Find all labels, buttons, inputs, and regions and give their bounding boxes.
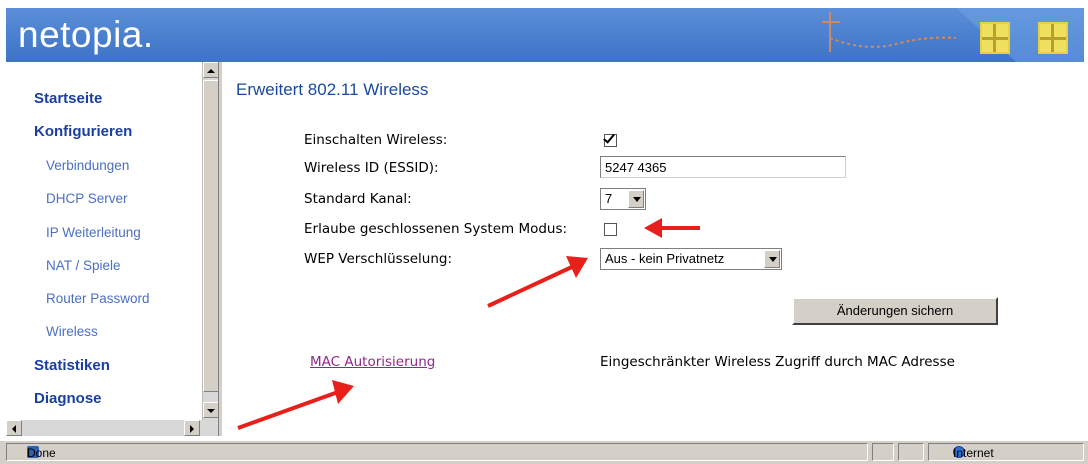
closed-system-checkbox[interactable] bbox=[604, 223, 617, 236]
status-text: Done bbox=[27, 446, 56, 460]
arrow-up-icon bbox=[207, 69, 215, 73]
arrow-down-icon bbox=[207, 409, 215, 413]
sidebar-horizontal-scrollbar[interactable] bbox=[6, 420, 218, 436]
essid-input[interactable]: 5247 4365 bbox=[600, 156, 846, 178]
sidebar-item-wireless[interactable]: Wireless bbox=[46, 324, 98, 339]
wep-select-value: Aus - kein Privatnetz bbox=[605, 251, 725, 266]
window-icon bbox=[980, 22, 1010, 54]
mac-description: Eingeschränkter Wireless Zugriff durch M… bbox=[600, 354, 955, 370]
wep-select[interactable]: Aus - kein Privatnetz bbox=[600, 248, 782, 270]
security-zone: Internet bbox=[928, 443, 1084, 461]
closed-system-label: Erlaube geschlossenen System Modus: bbox=[304, 221, 568, 237]
window-icon bbox=[1038, 22, 1068, 54]
chevron-down-icon[interactable] bbox=[764, 250, 780, 268]
chevron-down-icon[interactable] bbox=[628, 190, 644, 208]
arrow-right-icon bbox=[190, 425, 194, 433]
netopia-logo: netopia. bbox=[18, 14, 154, 55]
enable-wireless-label: Einschalten Wireless: bbox=[304, 132, 448, 148]
status-cell bbox=[872, 443, 894, 461]
red-arrow-icon bbox=[237, 380, 354, 430]
scroll-up-button[interactable] bbox=[203, 62, 219, 78]
save-changes-button[interactable]: Änderungen sichern bbox=[792, 297, 998, 325]
essid-label: Wireless ID (ESSID): bbox=[304, 160, 439, 176]
wep-label: WEP Verschlüsselung: bbox=[304, 251, 453, 267]
sidebar-item-ip-weiterleitung[interactable]: IP Weiterleitung bbox=[46, 225, 141, 240]
sidebar-nav: Startseite Konfigurieren Verbindungen DH… bbox=[6, 62, 202, 436]
sidebar-item-nat-spiele[interactable]: NAT / Spiele bbox=[46, 258, 121, 273]
scroll-left-button[interactable] bbox=[6, 420, 22, 436]
channel-select-value: 7 bbox=[605, 191, 613, 206]
red-arrow-icon bbox=[644, 218, 700, 238]
header-banner: netopia. bbox=[6, 8, 1084, 62]
channel-label: Standard Kanal: bbox=[304, 191, 412, 207]
sidebar-item-verbindungen[interactable]: Verbindungen bbox=[46, 158, 129, 173]
arrow-left-icon bbox=[12, 425, 16, 433]
page-title: Erweitert 802.11 Wireless bbox=[236, 80, 429, 99]
sidebar-item-dhcp-server[interactable]: DHCP Server bbox=[46, 191, 128, 206]
scroll-thumb[interactable] bbox=[203, 80, 219, 392]
red-arrow-icon bbox=[487, 256, 588, 308]
channel-select[interactable]: 7 bbox=[600, 188, 646, 210]
status-cell bbox=[898, 443, 924, 461]
enable-wireless-checkbox[interactable] bbox=[604, 134, 617, 147]
sidebar-item-statistiken[interactable]: Statistiken bbox=[34, 357, 110, 374]
scroll-right-button[interactable] bbox=[184, 420, 200, 436]
status-text-cell: Done bbox=[6, 443, 868, 461]
sidebar-item-startseite[interactable]: Startseite bbox=[34, 90, 102, 107]
sidebar-item-diagnose[interactable]: Diagnose bbox=[34, 390, 102, 407]
sidebar-item-router-password[interactable]: Router Password bbox=[46, 291, 150, 306]
sidebar-item-konfigurieren[interactable]: Konfigurieren bbox=[34, 123, 132, 140]
scroll-down-button[interactable] bbox=[203, 402, 219, 418]
sidebar-vertical-scrollbar[interactable] bbox=[202, 62, 219, 420]
status-bar: Done Internet bbox=[0, 440, 1088, 464]
zone-text: Internet bbox=[953, 446, 994, 460]
